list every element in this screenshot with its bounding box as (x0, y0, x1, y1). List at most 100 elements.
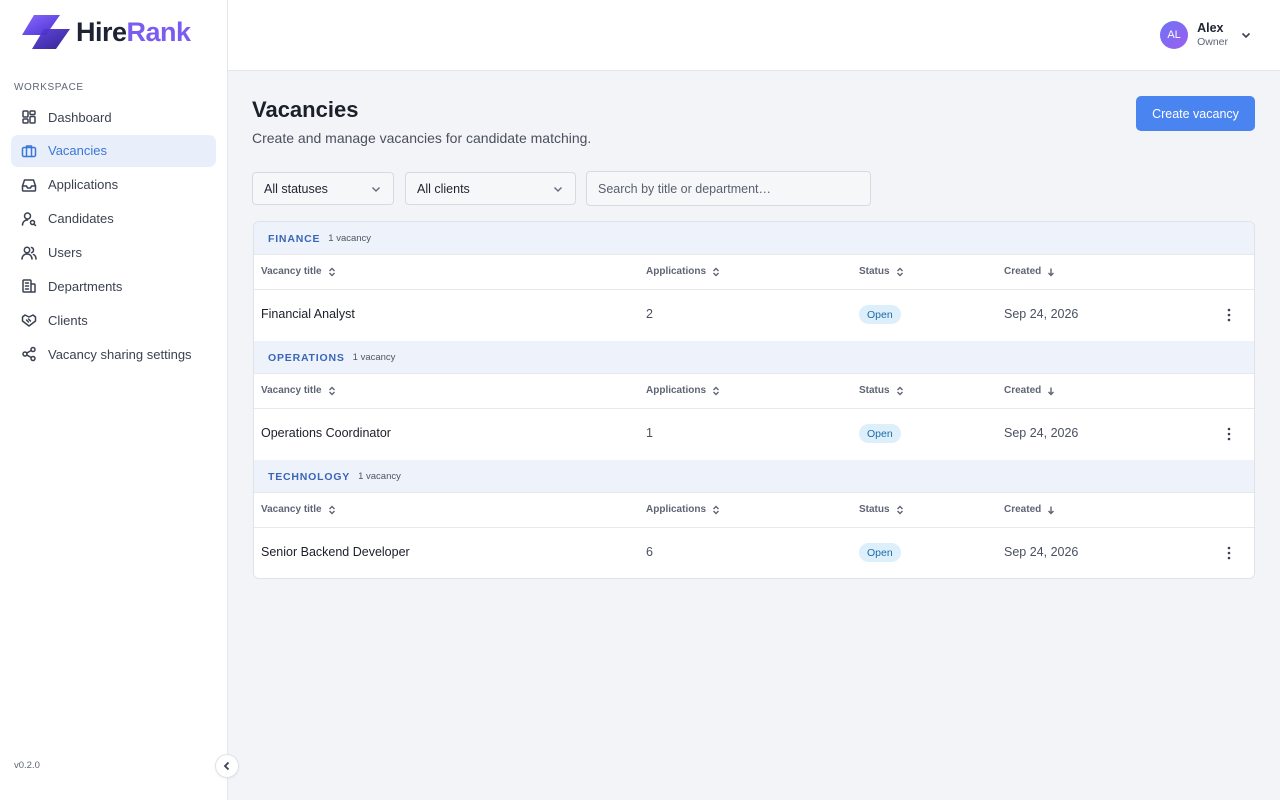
user-search-icon (21, 211, 37, 227)
dashboard-icon (21, 109, 37, 125)
group-header-operations: OPERATIONS 1 vacancy (254, 341, 1254, 374)
column-header-created[interactable]: Created (1004, 385, 1056, 396)
status-badge: Open (859, 305, 901, 324)
sort-icon (896, 505, 903, 514)
row-actions-button[interactable] (1220, 425, 1238, 443)
group-count: 1 vacancy (358, 471, 401, 482)
column-header-applications[interactable]: Applications (646, 266, 721, 277)
user-role: Owner (1197, 36, 1228, 49)
table-column-headers: Vacancy title Applications Status Create… (254, 373, 1254, 409)
status-filter-select[interactable]: All statuses (252, 172, 394, 205)
brand-name: HireRank (76, 16, 191, 47)
sidebar-nav: Dashboard Vacancies Applications Candida… (11, 101, 216, 372)
column-header-title[interactable]: Vacancy title (261, 266, 337, 277)
brand-logo[interactable]: HireRank (20, 10, 191, 54)
sort-desc-icon (1048, 387, 1055, 395)
table-row[interactable]: Operations Coordinator 1 Open Sep 24, 20… (254, 409, 1254, 460)
more-vertical-icon (1227, 546, 1231, 560)
status-filter-value: All statuses (264, 181, 328, 196)
column-header-applications[interactable]: Applications (646, 504, 721, 515)
chevron-left-icon (223, 761, 230, 771)
column-header-status[interactable]: Status (859, 266, 905, 277)
sort-desc-icon (1048, 268, 1055, 276)
column-header-status[interactable]: Status (859, 385, 905, 396)
table-row[interactable]: Senior Backend Developer 6 Open Sep 24, … (254, 528, 1254, 578)
chevron-down-icon (1241, 32, 1251, 39)
column-header-created[interactable]: Created (1004, 504, 1056, 515)
column-header-created[interactable]: Created (1004, 266, 1056, 277)
share-icon (21, 346, 37, 362)
sidebar-item-label: Candidates (48, 211, 114, 227)
column-header-title[interactable]: Vacancy title (261, 385, 337, 396)
logo-icon (22, 15, 70, 49)
group-name: TECHNOLOGY (268, 470, 351, 483)
inbox-icon (21, 177, 37, 193)
column-header-applications[interactable]: Applications (646, 385, 721, 396)
sidebar-item-candidates[interactable]: Candidates (11, 203, 216, 235)
group-name: OPERATIONS (268, 351, 345, 364)
workspace-section-label: WORKSPACE (14, 82, 84, 93)
applications-count: 1 (646, 426, 653, 440)
row-actions-button[interactable] (1220, 544, 1238, 562)
client-filter-value: All clients (417, 181, 470, 196)
app-version: v0.2.0 (14, 760, 40, 771)
table-row[interactable]: Financial Analyst 2 Open Sep 24, 2026 (254, 290, 1254, 341)
more-vertical-icon (1227, 427, 1231, 441)
user-info: Alex Owner (1197, 21, 1228, 49)
sidebar-item-label: Vacancy sharing settings (48, 346, 192, 362)
sidebar: HireRank WORKSPACE Dashboard Vacancies A… (0, 0, 228, 800)
sidebar-item-label: Users (48, 245, 82, 261)
applications-count: 6 (646, 545, 653, 559)
group-count: 1 vacancy (352, 352, 396, 363)
sidebar-item-label: Dashboard (48, 109, 112, 125)
group-count: 1 vacancy (328, 233, 372, 244)
table-column-headers: Vacancy title Applications Status Create… (254, 492, 1254, 528)
sidebar-item-users[interactable]: Users (11, 237, 216, 269)
group-header-technology: TECHNOLOGY 1 vacancy (254, 460, 1254, 493)
building-icon (21, 278, 37, 294)
sidebar-item-vacancies[interactable]: Vacancies (11, 134, 216, 167)
sidebar-item-clients[interactable]: Clients (11, 304, 216, 336)
sidebar-item-label: Departments (48, 278, 123, 294)
users-icon (21, 245, 37, 261)
column-header-status[interactable]: Status (859, 504, 905, 515)
avatar: AL (1160, 21, 1189, 49)
sidebar-item-applications[interactable]: Applications (11, 169, 216, 201)
create-vacancy-button[interactable]: Create vacancy (1136, 96, 1255, 131)
sidebar-item-label: Vacancies (48, 143, 108, 159)
sort-icon (328, 386, 335, 395)
client-filter-select[interactable]: All clients (405, 172, 576, 205)
sidebar-item-dashboard[interactable]: Dashboard (11, 101, 216, 133)
applications-count: 2 (646, 307, 653, 321)
page-title: Vacancies (252, 97, 359, 122)
sort-icon (328, 267, 335, 276)
top-bar: AL Alex Owner (228, 0, 1280, 71)
status-badge: Open (859, 543, 901, 562)
sidebar-item-departments[interactable]: Departments (11, 270, 216, 302)
column-header-title[interactable]: Vacancy title (261, 504, 337, 515)
chevron-down-icon (553, 186, 563, 193)
vacancy-title[interactable]: Senior Backend Developer (261, 545, 410, 559)
created-date: Sep 24, 2026 (1004, 545, 1079, 559)
sort-desc-icon (1048, 506, 1055, 514)
sidebar-item-vacancy-sharing-settings[interactable]: Vacancy sharing settings (11, 338, 216, 370)
vacancy-title[interactable]: Operations Coordinator (261, 426, 391, 440)
sort-icon (896, 386, 903, 395)
status-badge: Open (859, 424, 901, 443)
vacancy-title[interactable]: Financial Analyst (261, 307, 355, 321)
user-menu[interactable]: AL Alex Owner (1160, 21, 1252, 49)
page-subtitle: Create and manage vacancies for candidat… (252, 130, 592, 146)
group-name: FINANCE (268, 232, 321, 245)
user-name: Alex (1197, 21, 1224, 36)
row-actions-button[interactable] (1220, 306, 1238, 324)
collapse-sidebar-button[interactable] (215, 754, 239, 778)
sort-icon (713, 267, 720, 276)
sidebar-item-label: Clients (48, 312, 88, 328)
created-date: Sep 24, 2026 (1004, 426, 1079, 440)
sort-icon (896, 267, 903, 276)
table-column-headers: Vacancy title Applications Status Create… (254, 254, 1254, 290)
vacancies-table: FINANCE 1 vacancy Vacancy title Applicat… (253, 221, 1255, 579)
search-input[interactable] (586, 171, 871, 206)
sort-icon (328, 505, 335, 514)
more-vertical-icon (1227, 308, 1231, 322)
